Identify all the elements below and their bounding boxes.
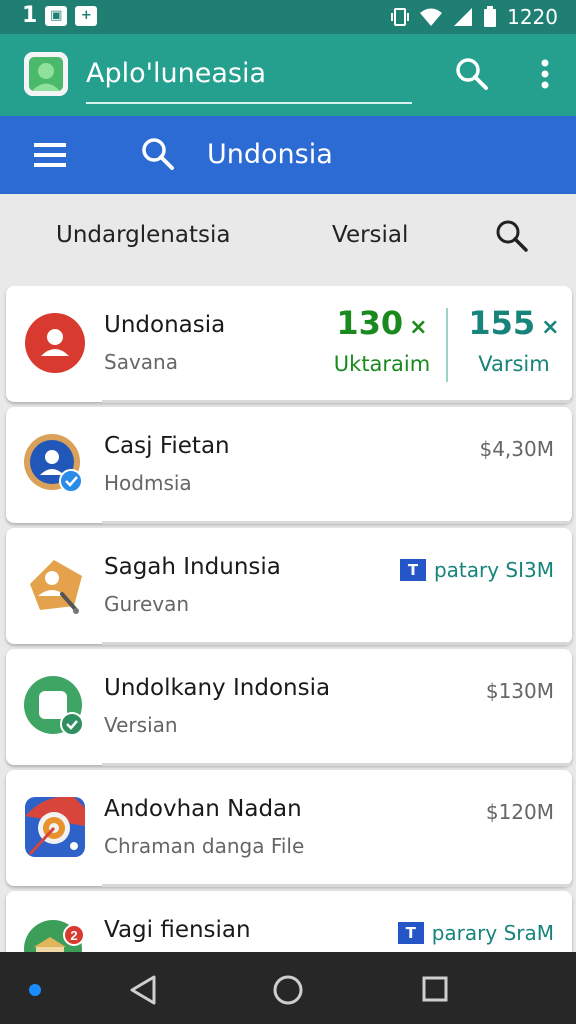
recent-square-icon[interactable] bbox=[422, 976, 448, 1002]
item-sub: Versian bbox=[104, 713, 178, 737]
stat-uktaraim: 130 × Uktaraim bbox=[326, 304, 438, 376]
status-time: 1220 bbox=[507, 5, 558, 29]
menu-icon[interactable] bbox=[34, 140, 68, 170]
stat-suffix: × bbox=[409, 315, 428, 340]
tab-row: Undarglenatsia Versial bbox=[0, 194, 576, 286]
wifi-icon bbox=[420, 8, 443, 26]
item-sub: Chraman danga File bbox=[104, 834, 305, 858]
home-circle-icon[interactable] bbox=[272, 974, 304, 1006]
item-sub: Savana bbox=[104, 350, 178, 374]
tag-badge-icon: T bbox=[397, 922, 424, 944]
app-title: Aplo'luneasia bbox=[86, 58, 267, 89]
status-right: 1220 bbox=[391, 5, 558, 29]
item-sub: Gurevan bbox=[104, 592, 190, 616]
svg-text:2: 2 bbox=[70, 928, 77, 943]
tab-versial[interactable]: Versial bbox=[332, 222, 408, 248]
row-divider bbox=[102, 642, 572, 645]
signal-icon bbox=[454, 8, 473, 26]
item-value: $120M bbox=[485, 800, 554, 824]
status-bar: 1 ▣ + 1220 bbox=[0, 0, 576, 34]
person-orange-tool-icon bbox=[24, 554, 86, 616]
gallery-notification-icon: ▣ bbox=[45, 5, 68, 26]
search-icon[interactable] bbox=[140, 136, 176, 172]
item-list: Undonasia Savana 130 × Uktaraim 155 × Vars… bbox=[0, 286, 576, 952]
status-number: 1 bbox=[22, 3, 38, 28]
item-name: Casj Fietan bbox=[104, 433, 230, 459]
item-value: $4,30M bbox=[479, 437, 554, 461]
tag-text: parary SraM bbox=[431, 921, 554, 945]
stat-label: Varsim bbox=[478, 352, 550, 376]
item-name: Undonasia bbox=[104, 312, 226, 338]
green-store-badge-icon: 2 bbox=[24, 917, 86, 952]
stat-suffix: × bbox=[541, 315, 560, 340]
row-divider bbox=[102, 521, 572, 524]
item-name: Andovhan Nadan bbox=[104, 796, 302, 822]
battery-icon bbox=[484, 6, 497, 27]
target-app-icon bbox=[24, 796, 86, 858]
list-item[interactable]: Andovhan Nadan Chraman danga File $120M bbox=[6, 770, 572, 887]
system-nav-bar bbox=[0, 952, 576, 1024]
person-blue-badge-icon bbox=[24, 433, 86, 495]
green-square-badge-icon bbox=[24, 675, 86, 737]
row-divider bbox=[102, 400, 572, 403]
tag-text: patary SI3M bbox=[433, 558, 554, 582]
more-vert-icon[interactable] bbox=[530, 56, 560, 92]
list-item[interactable]: Undolkany Indonsia Versian $130M bbox=[6, 649, 572, 766]
stat-label: Uktaraim bbox=[333, 352, 431, 376]
item-tag: T patary SI3M bbox=[399, 558, 554, 582]
app-bar: Aplo'luneasia bbox=[0, 34, 576, 116]
list-item[interactable]: Undonasia Savana 130 × Uktaraim 155 × Vars… bbox=[6, 286, 572, 403]
item-name: Vagi fiensian bbox=[104, 917, 251, 943]
list-item[interactable]: 2 Vagi fiensian T parary SraM bbox=[6, 891, 572, 952]
stat-value: 155 bbox=[468, 304, 536, 342]
row-divider bbox=[102, 763, 572, 766]
item-value: $130M bbox=[485, 679, 554, 703]
stat-divider bbox=[446, 308, 448, 382]
search-toolbar: Undonsia bbox=[0, 116, 576, 194]
item-sub: Hodmsia bbox=[104, 471, 192, 495]
search-query[interactable]: Undonsia bbox=[207, 136, 333, 174]
tab-undarglenatsia[interactable]: Undarglenatsia bbox=[56, 222, 230, 248]
person-avatar-icon[interactable] bbox=[24, 52, 68, 96]
item-name: Undolkany Indonsia bbox=[104, 675, 331, 701]
item-tag: T parary SraM bbox=[397, 921, 554, 945]
person-red-circle-icon bbox=[24, 312, 86, 374]
stat-varsim: 155 × Varsim bbox=[464, 304, 564, 376]
add-notification-icon: + bbox=[75, 5, 98, 26]
stat-value: 130 bbox=[336, 304, 404, 342]
list-item[interactable]: Sagah Indunsia Gurevan T patary SI3M bbox=[6, 528, 572, 645]
notification-dot-icon bbox=[29, 984, 41, 996]
list-item[interactable]: Casj Fietan Hodmsia $4,30M bbox=[6, 407, 572, 524]
status-left: 1 ▣ + bbox=[22, 3, 98, 28]
item-name: Sagah Indunsia bbox=[104, 554, 281, 580]
tag-badge-icon: T bbox=[399, 559, 426, 581]
app-title-field[interactable]: Aplo'luneasia bbox=[86, 50, 412, 104]
search-icon[interactable] bbox=[454, 56, 490, 92]
vibrate-icon bbox=[391, 8, 410, 26]
back-triangle-icon[interactable] bbox=[128, 974, 158, 1006]
search-icon[interactable] bbox=[494, 218, 530, 254]
row-divider bbox=[102, 884, 572, 887]
